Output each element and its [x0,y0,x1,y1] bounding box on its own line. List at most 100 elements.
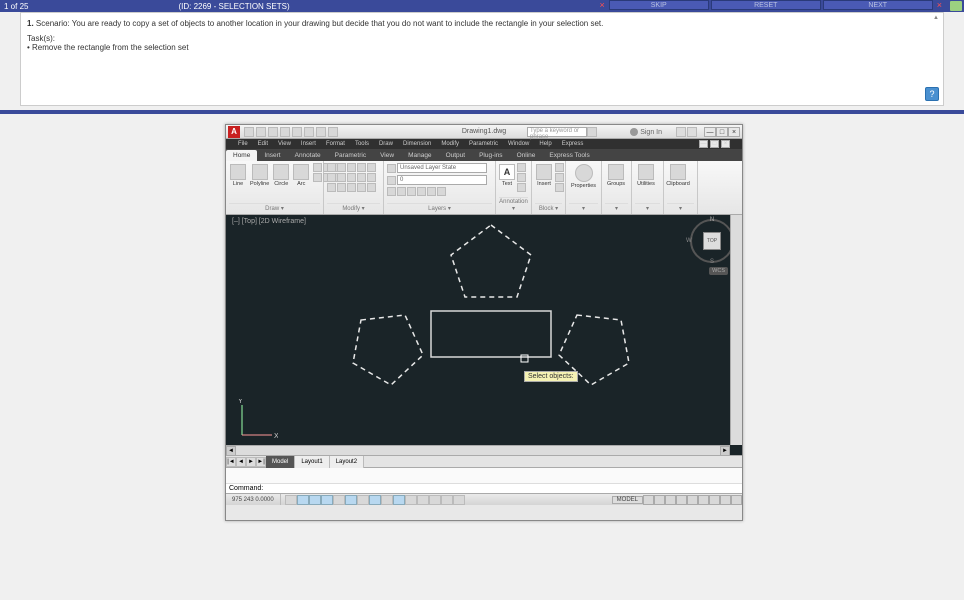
table-icon[interactable] [517,183,526,192]
pentagon-left[interactable] [353,315,423,385]
app-logo-icon[interactable]: A [228,126,240,138]
arc-button[interactable]: Arc [292,163,310,188]
modify-misc-icon[interactable] [357,183,366,192]
utilities-group-title[interactable]: ▾ [635,203,660,212]
clipboard-group-title[interactable]: ▾ [667,203,694,212]
layout-next-icon[interactable]: ► [246,457,256,467]
menu-express[interactable]: Express [562,141,584,147]
qat-new-icon[interactable] [244,127,254,137]
groups-button[interactable]: Groups [605,163,627,188]
header-icon-green[interactable] [950,1,962,11]
leader-icon[interactable] [517,173,526,182]
tab-expresstools[interactable]: Express Tools [542,150,596,161]
reset-button[interactable]: RESET [711,0,821,10]
status-ducs-icon[interactable] [381,495,393,505]
draw-group-title[interactable]: Draw ▾ [229,203,320,212]
qat-save-icon[interactable] [268,127,278,137]
status-grid-icon[interactable] [309,495,321,505]
menu-help[interactable]: Help [539,141,551,147]
tab-view[interactable]: View [373,150,401,161]
scroll-right-icon[interactable]: ► [720,446,730,456]
status-sc-icon[interactable] [441,495,453,505]
status-annoscale-icon[interactable] [676,495,687,505]
qat-redo-icon[interactable] [316,127,326,137]
menu-parametric[interactable]: Parametric [469,141,498,147]
status-polar-icon[interactable] [333,495,345,505]
layer-tool-icon[interactable] [397,187,406,196]
scroll-left-icon[interactable]: ◄ [226,446,236,456]
layer-state-dropdown[interactable]: Unsaved Layer State [397,163,487,173]
viewport-scrollbar-vertical[interactable] [730,215,742,445]
utilities-button[interactable]: Utilities [635,163,657,188]
pentagon-top[interactable] [451,225,531,297]
annotation-group-title[interactable]: Annotation ▾ [499,197,528,212]
line-button[interactable]: Line [229,163,247,188]
viewport-scrollbar-horizontal[interactable]: ◄ ► [226,445,730,455]
next-button[interactable]: NEXT [823,0,933,10]
layout-tab-model[interactable]: Model [266,456,295,468]
status-qp-icon[interactable] [429,495,441,505]
viewcube-face[interactable]: TOP [703,232,721,250]
layout-prev-icon[interactable]: ◄ [236,457,246,467]
draw-misc-icon[interactable] [313,163,322,172]
layout-tab-layout1[interactable]: Layout1 [295,456,329,468]
status-infer-icon[interactable] [285,495,297,505]
menu-tools[interactable]: Tools [355,141,369,147]
qat-plot-icon[interactable] [292,127,302,137]
viewport-label[interactable]: [–] [Top] [2D Wireframe] [232,218,306,225]
doc-min-button[interactable]: — [699,140,708,148]
scale-icon[interactable] [327,183,336,192]
help-button[interactable]: ? [925,87,939,101]
tab-online[interactable]: Online [510,150,543,161]
offset-icon[interactable] [337,183,346,192]
maximize-button[interactable]: □ [716,127,728,137]
status-3dosnap-icon[interactable] [357,495,369,505]
block-edit-icon[interactable] [555,173,564,182]
circle-button[interactable]: Circle [272,163,290,188]
status-lwt-icon[interactable] [405,495,417,505]
erase-icon[interactable] [357,163,366,172]
menu-window[interactable]: Window [508,141,529,147]
array-icon[interactable] [367,173,376,182]
tab-plugins[interactable]: Plug-ins [472,150,509,161]
drawing-viewport[interactable]: [–] [Top] [2D Wireframe] Select objects:… [226,215,742,455]
layer-tool-icon[interactable] [427,187,436,196]
polyline-button[interactable]: Polyline [249,163,270,188]
fillet-icon[interactable] [347,173,356,182]
status-clean-icon[interactable] [731,495,742,505]
status-dyn-icon[interactable] [393,495,405,505]
qat-open-icon[interactable] [256,127,266,137]
search-input[interactable]: Type a keyword or phrase [527,127,587,137]
search-icon[interactable] [587,127,597,137]
layer-tool-icon[interactable] [407,187,416,196]
groups-group-title[interactable]: ▾ [605,203,628,212]
layer-dropdown[interactable]: 0 [397,175,487,185]
status-workspace-icon[interactable] [687,495,698,505]
command-history[interactable] [226,468,742,484]
layout-first-icon[interactable]: |◄ [226,457,236,467]
layout-tab-layout2[interactable]: Layout2 [330,456,364,468]
rectangle-object[interactable] [431,311,551,357]
layer-tool-icon[interactable] [417,187,426,196]
model-space-badge[interactable]: MODEL [612,496,643,504]
menu-format[interactable]: Format [326,141,345,147]
help-dropdown-icon[interactable] [687,127,697,137]
menu-insert[interactable]: Insert [301,141,316,147]
status-am-icon[interactable] [453,495,465,505]
menu-modify[interactable]: Modify [441,141,459,147]
tab-output[interactable]: Output [439,150,473,161]
collapse-icon[interactable]: ▲ [933,15,939,21]
status-lock-icon[interactable] [698,495,709,505]
status-ortho-icon[interactable] [321,495,333,505]
block-create-icon[interactable] [555,163,564,172]
menu-dimension[interactable]: Dimension [403,141,431,147]
dim-icon[interactable] [517,163,526,172]
modify-group-title[interactable]: Modify ▾ [327,203,380,212]
qat-saveas-icon[interactable] [280,127,290,137]
status-osnap-icon[interactable] [345,495,357,505]
status-tpy-icon[interactable] [417,495,429,505]
wcs-badge[interactable]: WCS [709,267,728,275]
status-snap-icon[interactable] [297,495,309,505]
properties-button[interactable]: Properties [569,163,598,190]
status-quickview-icon[interactable] [654,495,665,505]
